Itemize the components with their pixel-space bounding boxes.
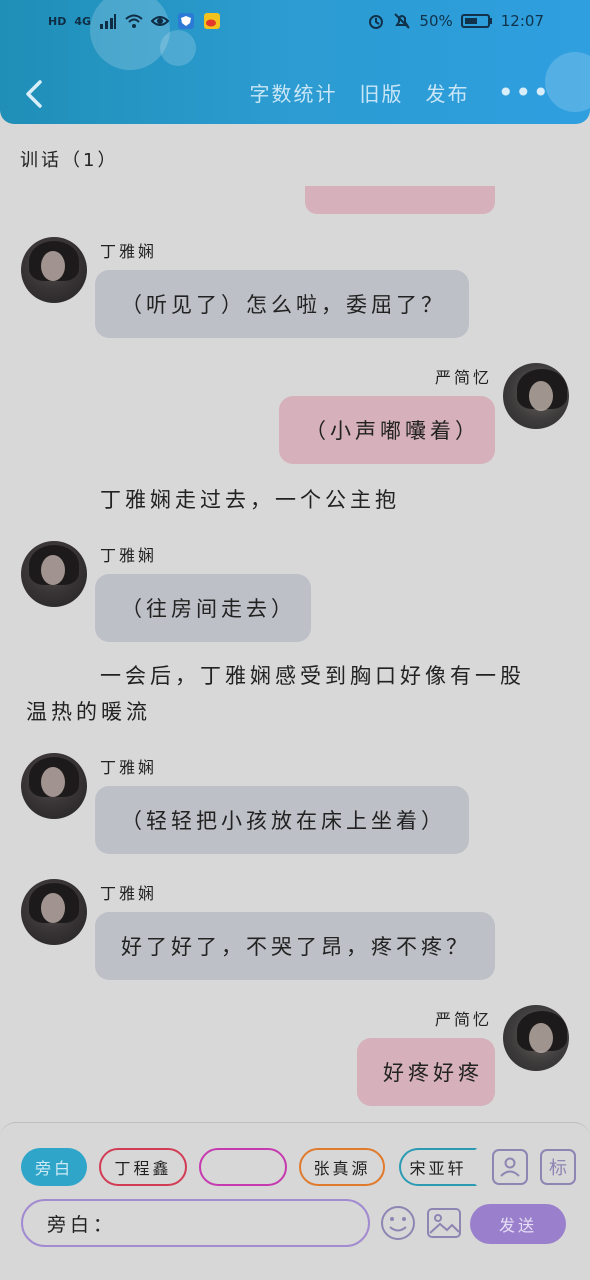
speaker-name: 丁雅娴 [100,884,158,903]
wifi-icon [125,14,143,28]
old-version-button[interactable]: 旧版 [359,78,403,107]
tag-button[interactable]: 标 [540,1149,576,1185]
avatar[interactable] [21,879,87,945]
send-button[interactable]: 发送 [470,1204,566,1244]
signal-icon [100,14,117,29]
publish-button[interactable]: 发布 [425,78,469,107]
role-chip[interactable]: 宋亚轩 [399,1148,477,1186]
status-bar: HD 4G 50% 12:07 [0,8,590,38]
avatar[interactable] [503,1005,569,1071]
clock: 12:07 [500,12,544,30]
header-actions: 字数统计 旧版 发布 ••• [249,78,550,107]
role-chip-narration[interactable]: 旁白 [21,1148,87,1186]
more-icon[interactable]: ••• [497,78,550,106]
battery-percent: 50% [419,12,453,30]
speaker-name: 严简忆 [435,1010,493,1029]
message-bubble[interactable]: 好疼好疼 [357,1038,495,1106]
message-bubble[interactable]: （轻轻把小孩放在床上坐着） [95,786,469,854]
narration-text: 温热的暖流 [26,700,151,724]
decor-bubble [545,52,590,112]
speaker-name: 丁雅娴 [100,242,158,261]
speaker-name: 丁雅娴 [100,758,158,777]
character-icon[interactable] [492,1149,528,1185]
top-app-bar: HD 4G 50% 12:07 字数统计 旧版 发布 ••• [0,0,590,124]
composer-panel: 旁白 丁程鑫 张真源 宋亚轩 标 旁白： 发送 [0,1122,590,1280]
eye-icon [151,16,170,26]
message-bubble[interactable]: （小声嘟囔着） [279,396,495,464]
message-bubble[interactable]: （听见了）怎么啦，委屈了？ [95,270,469,338]
avatar[interactable] [21,237,87,303]
speaker-name: 丁雅娴 [100,546,158,565]
hd-indicator: HD [48,14,67,28]
avatar[interactable] [503,363,569,429]
chat-list[interactable]: 丁雅娴 （听见了）怎么啦，委屈了？ 严简忆 （小声嘟囔着） 丁雅娴走过去，一个公… [0,186,590,1126]
image-icon[interactable] [426,1205,462,1241]
speaker-name: 严简忆 [435,368,493,387]
alarm-icon [369,15,384,29]
composer-input[interactable]: 旁白： [21,1199,370,1247]
back-icon[interactable] [20,74,50,114]
avatar[interactable] [21,753,87,819]
battery-icon [460,14,492,28]
weibo-icon [204,13,221,29]
role-chip[interactable] [199,1148,287,1186]
chapter-title: 训话（1） [20,150,119,171]
avatar[interactable] [21,541,87,607]
message-bubble[interactable]: 好了好了，不哭了昂，疼不疼？ [95,912,495,980]
word-count-button[interactable]: 字数统计 [249,78,337,107]
network-indicator: 4G [74,14,92,28]
role-chip[interactable]: 张真源 [299,1148,385,1186]
shield-icon [178,13,195,29]
narration-text: 一会后，丁雅娴感受到胸口好像有一股 [100,664,525,688]
emoji-icon[interactable] [380,1205,416,1241]
message-bubble[interactable]: （往房间走去） [95,574,311,642]
mute-bell-icon [394,13,411,29]
role-chip[interactable]: 丁程鑫 [99,1148,187,1186]
narration-text: 丁雅娴走过去，一个公主抱 [100,488,400,512]
message-bubble-partial [305,186,495,214]
